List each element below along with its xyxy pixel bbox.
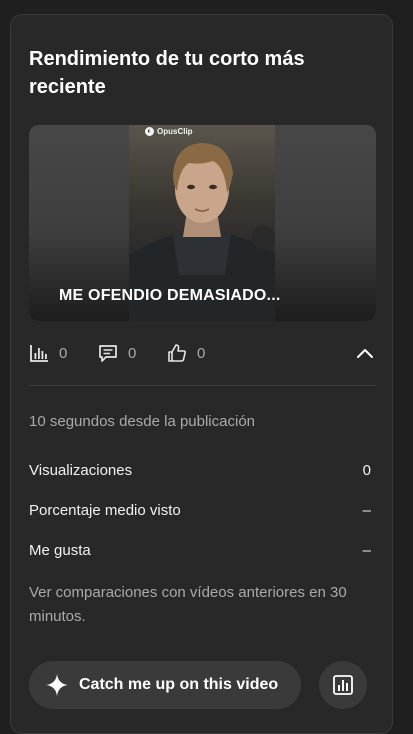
- metric-row-avg-viewed: Porcentaje medio visto –: [29, 502, 371, 519]
- bar-chart-icon: [30, 345, 48, 362]
- views-stat: 0: [29, 343, 67, 363]
- analytics-icon: [333, 675, 353, 695]
- metric-label: Visualizaciones: [29, 462, 133, 479]
- divider: [29, 385, 376, 386]
- comparison-note: Ver comparaciones con vídeos anteriores …: [29, 584, 347, 625]
- video-caption: ME OFENDIO DEMASIADO...: [59, 287, 281, 304]
- card-title: Rendimiento de tu corto más reciente: [29, 48, 305, 98]
- thumbs-up-icon: [168, 344, 186, 362]
- collapse-button[interactable]: [354, 343, 376, 365]
- likes-count: 0: [197, 344, 206, 362]
- opusclip-brand-text: OpusClip: [157, 127, 193, 136]
- comments-count: 0: [128, 344, 137, 362]
- catch-me-up-label: Catch me up on this video: [79, 676, 279, 693]
- metric-value: –: [362, 542, 371, 559]
- comment-icon: [99, 345, 117, 362]
- sparkle-icon: [46, 674, 68, 696]
- metric-value: 0: [362, 462, 371, 479]
- catch-me-up-button[interactable]: Catch me up on this video: [29, 661, 301, 709]
- chevron-up-icon: [357, 349, 373, 358]
- recent-short-performance-card: Rendimiento de tu corto más reciente ◐ O…: [10, 14, 393, 734]
- opusclip-watermark: ◐ OpusClip: [145, 127, 193, 136]
- views-count: 0: [59, 344, 68, 362]
- metric-row-views: Visualizaciones 0: [29, 462, 371, 479]
- opusclip-logo-icon: ◐: [145, 127, 154, 136]
- published-since-text: 10 segundos desde la publicación: [29, 413, 256, 430]
- analytics-button[interactable]: [319, 661, 367, 709]
- comments-stat: 0: [98, 343, 136, 363]
- metric-row-likes: Me gusta –: [29, 542, 371, 559]
- thumbnail-blur-right: [275, 125, 376, 321]
- metric-value: –: [362, 502, 371, 519]
- metric-label: Porcentaje medio visto: [29, 502, 181, 519]
- likes-stat: 0: [167, 343, 205, 363]
- quick-stats-row: 0 0 0: [29, 343, 376, 365]
- metric-label: Me gusta: [29, 542, 91, 559]
- video-thumbnail[interactable]: ◐ OpusClip ME OFENDIO DEMASIADO...: [29, 125, 376, 321]
